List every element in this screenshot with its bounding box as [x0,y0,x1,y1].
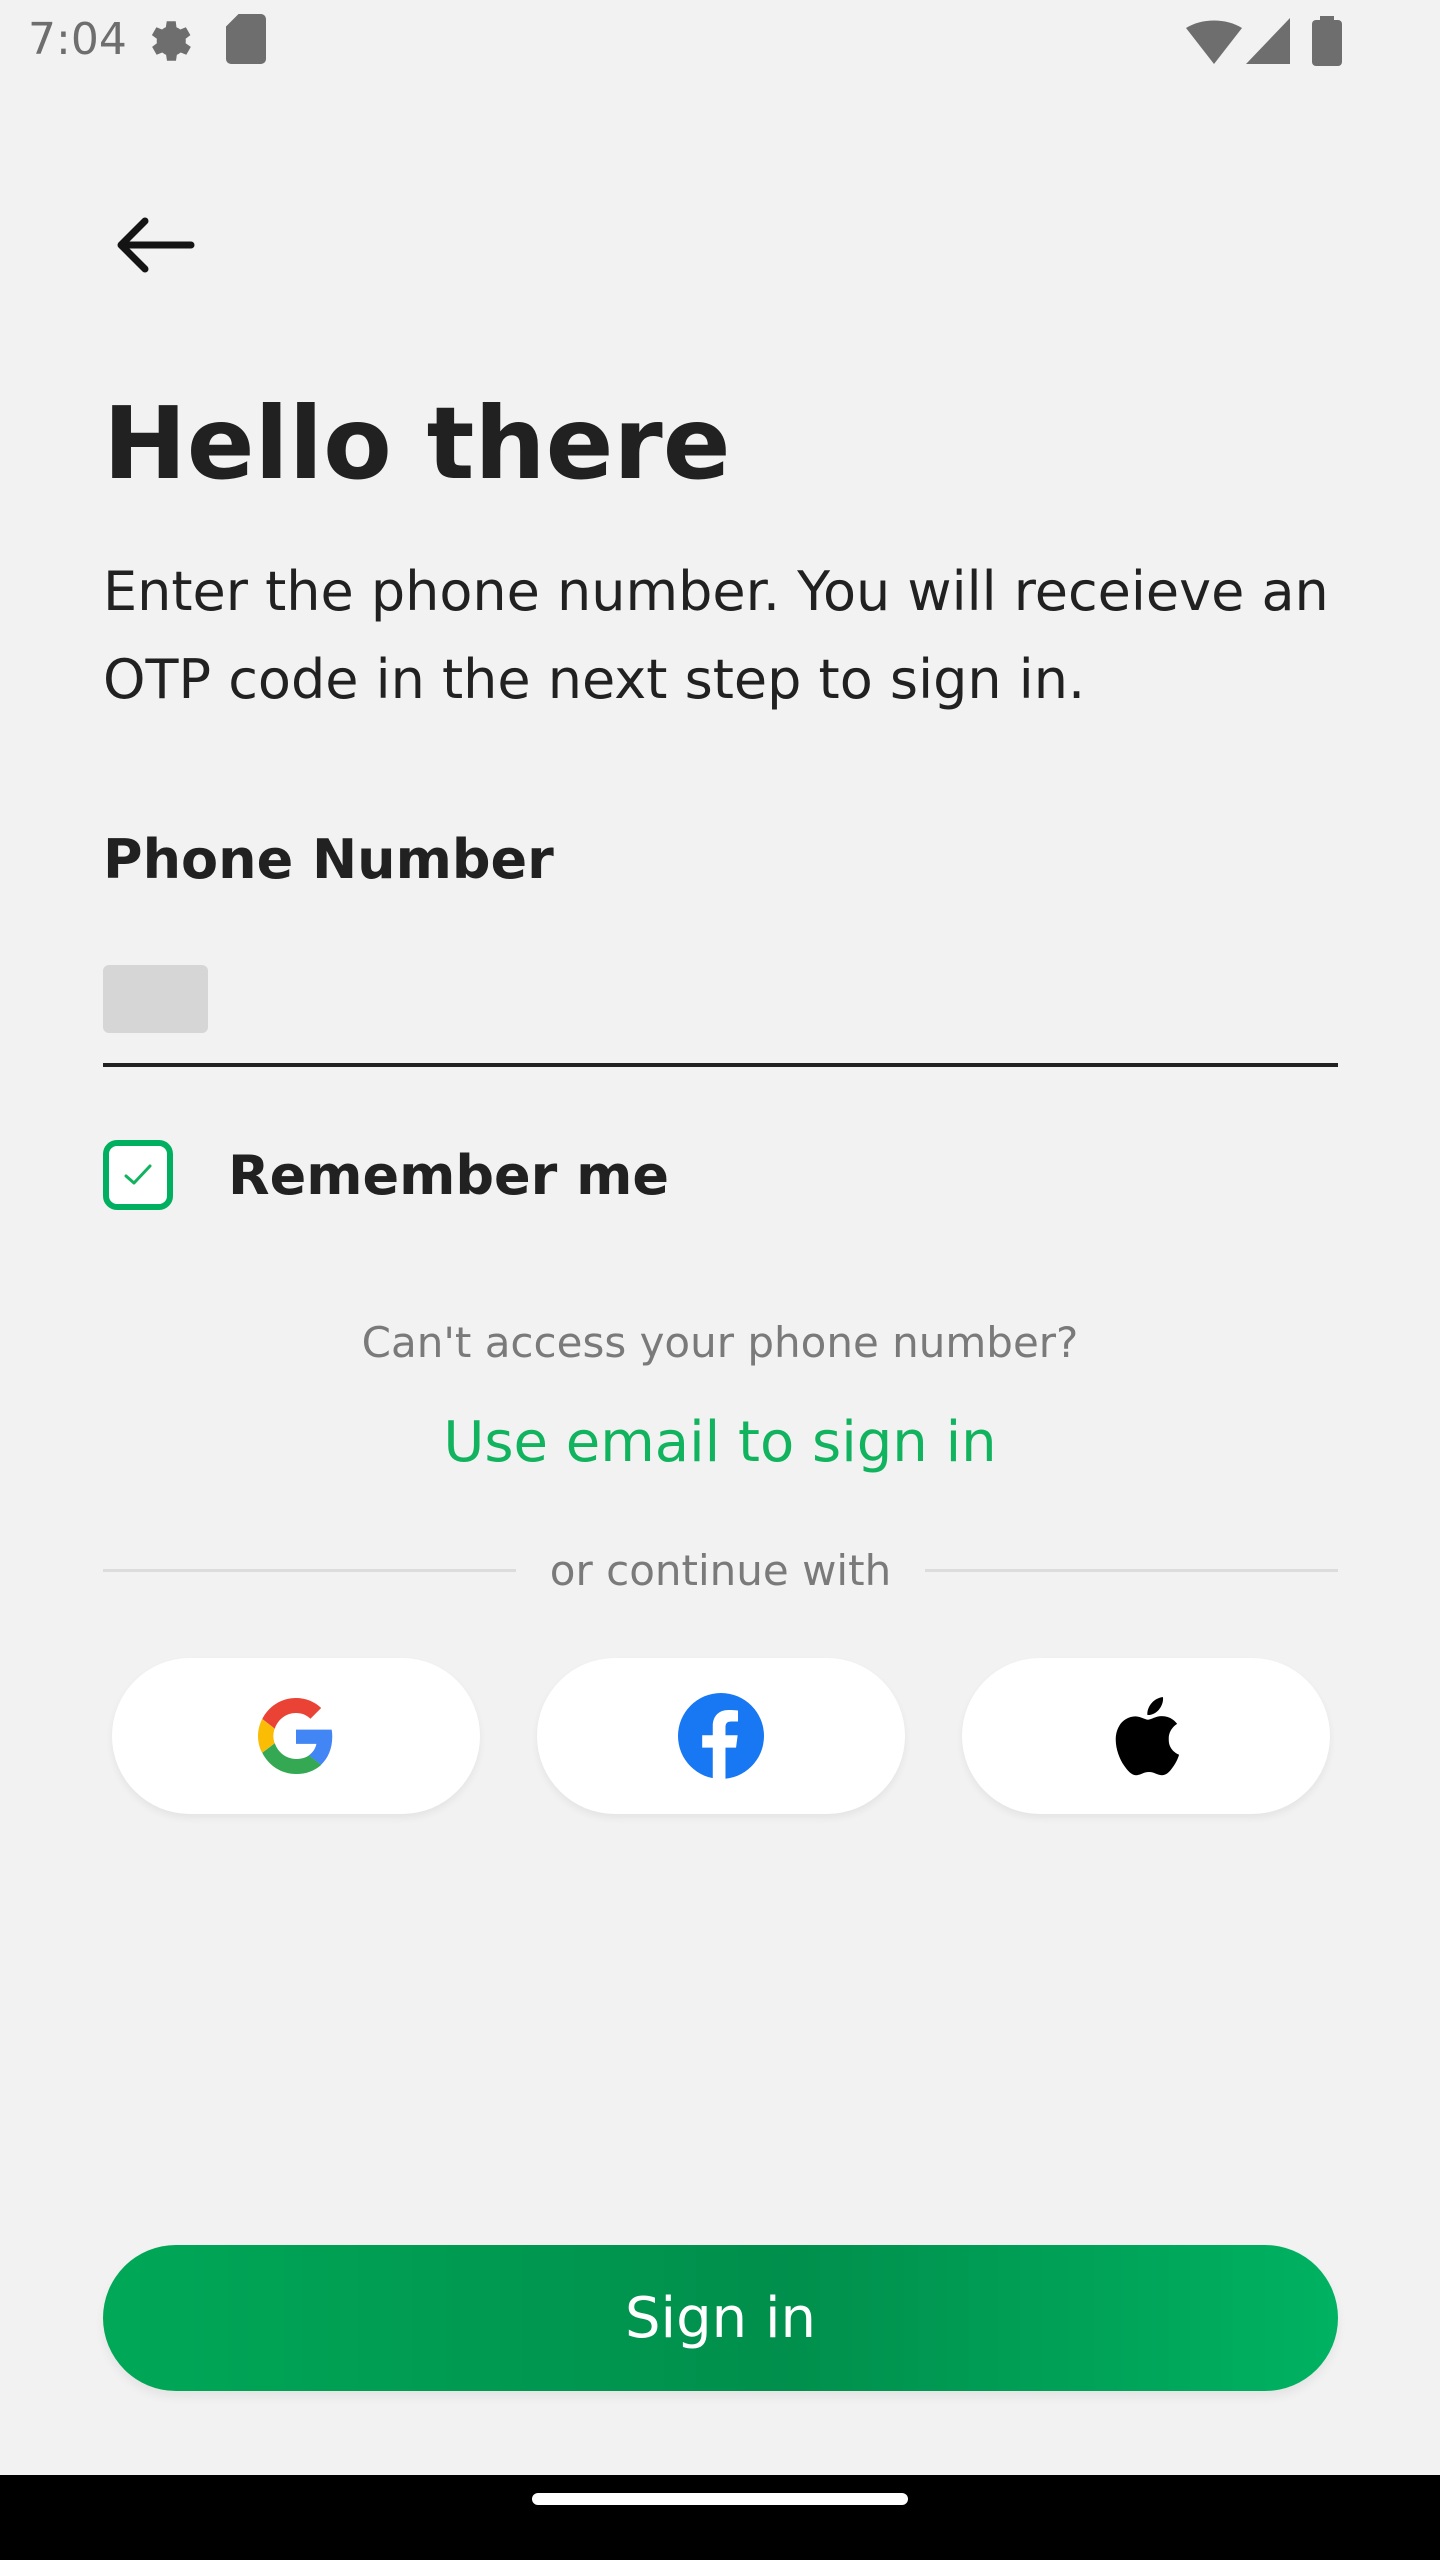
country-code-selector[interactable] [103,965,208,1033]
page-subtitle: Enter the phone number. You will receiev… [103,560,1329,711]
check-icon [124,1164,152,1185]
sd-card-icon [226,14,266,68]
or-continue-divider: or continue with [103,1540,1338,1600]
phone-number-label: Phone Number [103,828,554,891]
page-title: Hello there [103,385,731,502]
status-time: 7:04 [28,14,127,65]
cell-signal-icon [1246,18,1290,68]
phone-number-field [103,955,1338,1067]
apple-icon [1115,1697,1180,1776]
remember-me-label: Remember me [228,1143,669,1207]
sign-in-button[interactable]: Sign in [103,2245,1338,2391]
arrow-left-icon [117,217,195,273]
sign-in-label: Sign in [625,2285,816,2351]
wifi-icon [1186,20,1242,68]
google-icon [258,1698,333,1774]
divider-text: or continue with [549,1545,892,1595]
remember-me-checkbox[interactable] [103,1140,173,1210]
apple-signin-button[interactable] [962,1658,1330,1814]
home-gesture-handle[interactable] [532,2493,908,2505]
cant-access-text: Can't access your phone number? [361,1318,1079,1367]
battery-icon [1312,16,1342,70]
divider-line-left [103,1568,516,1572]
use-email-link[interactable]: Use email to sign in [0,1410,1440,1475]
status-bar: 7:04 [0,0,1440,84]
divider-line-right [925,1568,1338,1572]
back-button[interactable] [103,200,203,290]
facebook-icon [678,1693,764,1779]
remember-me-row[interactable]: Remember me [103,1138,669,1212]
system-nav-bar [0,2475,1440,2560]
phone-number-input[interactable] [233,955,1333,1055]
login-screen: 7:04 Hello there Enter the phone number.… [0,0,1440,2560]
settings-gear-icon [142,14,196,72]
facebook-signin-button[interactable] [537,1658,905,1814]
google-signin-button[interactable] [112,1658,480,1814]
social-login-row [112,1658,1330,1814]
